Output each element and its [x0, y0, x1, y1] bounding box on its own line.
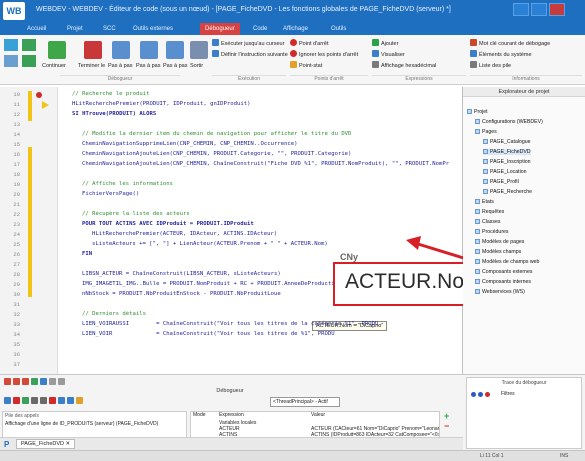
folder-icon [475, 289, 480, 294]
tree-item[interactable]: Pages [475, 129, 497, 135]
project-explorer: Explorateur de projet Projet Configuratio… [463, 87, 585, 374]
tree-item-label: PAGE_Inscription [490, 159, 531, 165]
folder-icon [475, 259, 480, 264]
tree-item-label: Composants externes [482, 269, 533, 275]
call-stack-title: Pile des appels [5, 413, 39, 419]
toolbar-icon[interactable] [22, 378, 29, 385]
tree-item-label: Composants internes [482, 279, 532, 285]
thread-select[interactable]: <ThreadPrincipal> - Actif [270, 397, 340, 407]
folder-icon [483, 149, 488, 154]
dbg-watch-icon[interactable] [58, 397, 65, 404]
tree-item-label: Webservices (WS) [482, 289, 525, 295]
dbg-step-icon[interactable] [31, 397, 38, 404]
editor-toolbar [4, 378, 67, 385]
tree-item[interactable]: PAGE_Catalogue [483, 139, 531, 145]
toolbar-icon[interactable] [13, 378, 20, 385]
tree-item[interactable]: Modèles de pages [475, 239, 524, 245]
folder-icon [475, 119, 480, 124]
debugger-trace-panel: Trace du débogueur Filtres [466, 377, 582, 449]
tree-item[interactable]: PAGE_Profil [483, 179, 519, 185]
folder-icon [475, 279, 480, 284]
insert-mode: INS [560, 453, 569, 459]
col-expression: Expression [219, 412, 244, 418]
folder-icon [475, 229, 480, 234]
tree-item-label: Procédures [482, 229, 509, 235]
toolbar-icon[interactable] [40, 378, 47, 385]
tree-item[interactable]: PAGE_Recherche [483, 189, 532, 195]
explorer-title: Explorateur de projet [463, 87, 585, 97]
trace-dot-icon[interactable] [485, 392, 490, 397]
debugger-toolbar [4, 397, 85, 404]
debugger-title: Débogueur [216, 388, 244, 394]
tree-item[interactable]: Configurations (WEBDEV) [475, 119, 543, 125]
tree-item[interactable]: Composants externes [475, 269, 532, 275]
folder-icon [475, 269, 480, 274]
remove-watch-icon[interactable]: − [444, 421, 454, 431]
toolbar-icon[interactable] [49, 378, 56, 385]
tree-item-label: PAGE_Location [490, 169, 527, 175]
folder-icon [475, 239, 480, 244]
cursor-position: Li 11 Col 1 [480, 453, 504, 459]
tree-item[interactable]: PAGE_FicheDVD [483, 149, 531, 155]
toolbar-icon[interactable] [58, 378, 65, 385]
trace-dot-icon[interactable] [478, 392, 483, 397]
col-mode: Mode [193, 412, 206, 418]
add-watch-icon[interactable]: + [444, 411, 454, 421]
project-icon: P [4, 440, 10, 449]
tree-item[interactable]: Projet [467, 109, 488, 115]
folder-icon [483, 189, 488, 194]
tab-page-fichedvd[interactable]: PAGE_FicheDVD ✕ [16, 439, 76, 449]
tree-item[interactable]: Procédures [475, 229, 509, 235]
tree-item[interactable]: Modèles champs [475, 249, 521, 255]
tree-item[interactable]: Classes [475, 219, 500, 225]
toolbar-icon[interactable] [4, 378, 11, 385]
folder-icon [467, 109, 472, 114]
tree-item[interactable]: Etats [475, 199, 494, 205]
tree-item-label: PAGE_Recherche [490, 189, 533, 195]
col-value: Valeur [311, 412, 326, 418]
status-bar: Li 11 Col 1 INS [0, 450, 585, 461]
folder-icon [483, 169, 488, 174]
folder-icon [475, 199, 480, 204]
tree-item-label: Projet [474, 109, 488, 115]
trace-dot-icon[interactable] [471, 392, 476, 397]
tree-item-label: Modèles de champs web [482, 259, 540, 265]
toolbar-icon[interactable] [31, 378, 38, 385]
folder-icon [475, 249, 480, 254]
dbg-settings-icon[interactable] [76, 397, 83, 404]
dbg-step-icon[interactable] [40, 397, 47, 404]
tree-item-label: Modèles de pages [482, 239, 525, 245]
tree-item[interactable]: Requêtes [475, 209, 504, 215]
tree-item[interactable]: Composants internes [475, 279, 531, 285]
tree-item-label: Modèles champs [482, 249, 522, 255]
trace-title: Trace du débogueur [501, 380, 547, 386]
dbg-go-icon[interactable] [4, 397, 11, 404]
tree-item-label: Pages [482, 129, 497, 135]
tree-item-label: PAGE_Catalogue [490, 139, 531, 145]
folder-icon [475, 219, 480, 224]
folder-icon [483, 179, 488, 184]
dbg-stop-icon[interactable] [13, 397, 20, 404]
document-tabs: P PAGE_FicheDVD ✕ [0, 437, 463, 450]
folder-icon [475, 129, 480, 134]
call-stack-item[interactable]: Affichage d'une ligne de ID_PRODUITS (se… [3, 420, 186, 428]
tree-item-label: PAGE_FicheDVD [490, 149, 531, 155]
tree-item-label: Requêtes [482, 209, 505, 215]
folder-icon [483, 159, 488, 164]
tree-item[interactable]: Webservices (WS) [475, 289, 525, 295]
tree-item[interactable]: PAGE_Inscription [483, 159, 531, 165]
tree-item-label: Configurations (WEBDEV) [482, 119, 543, 125]
tree-item-label: Classes [482, 219, 501, 225]
folder-icon [483, 139, 488, 144]
dbg-step-icon[interactable] [22, 397, 29, 404]
trace-filter[interactable]: Filtres [501, 391, 515, 397]
dbg-watch-icon[interactable] [67, 397, 74, 404]
dbg-breakpoint-icon[interactable] [49, 397, 56, 404]
tree-item-label: Etats [482, 199, 494, 205]
tree-item[interactable]: PAGE_Location [483, 169, 527, 175]
tree-item-label: PAGE_Profil [490, 179, 519, 185]
folder-icon [475, 209, 480, 214]
tree-item[interactable]: Modèles de champs web [475, 259, 539, 265]
